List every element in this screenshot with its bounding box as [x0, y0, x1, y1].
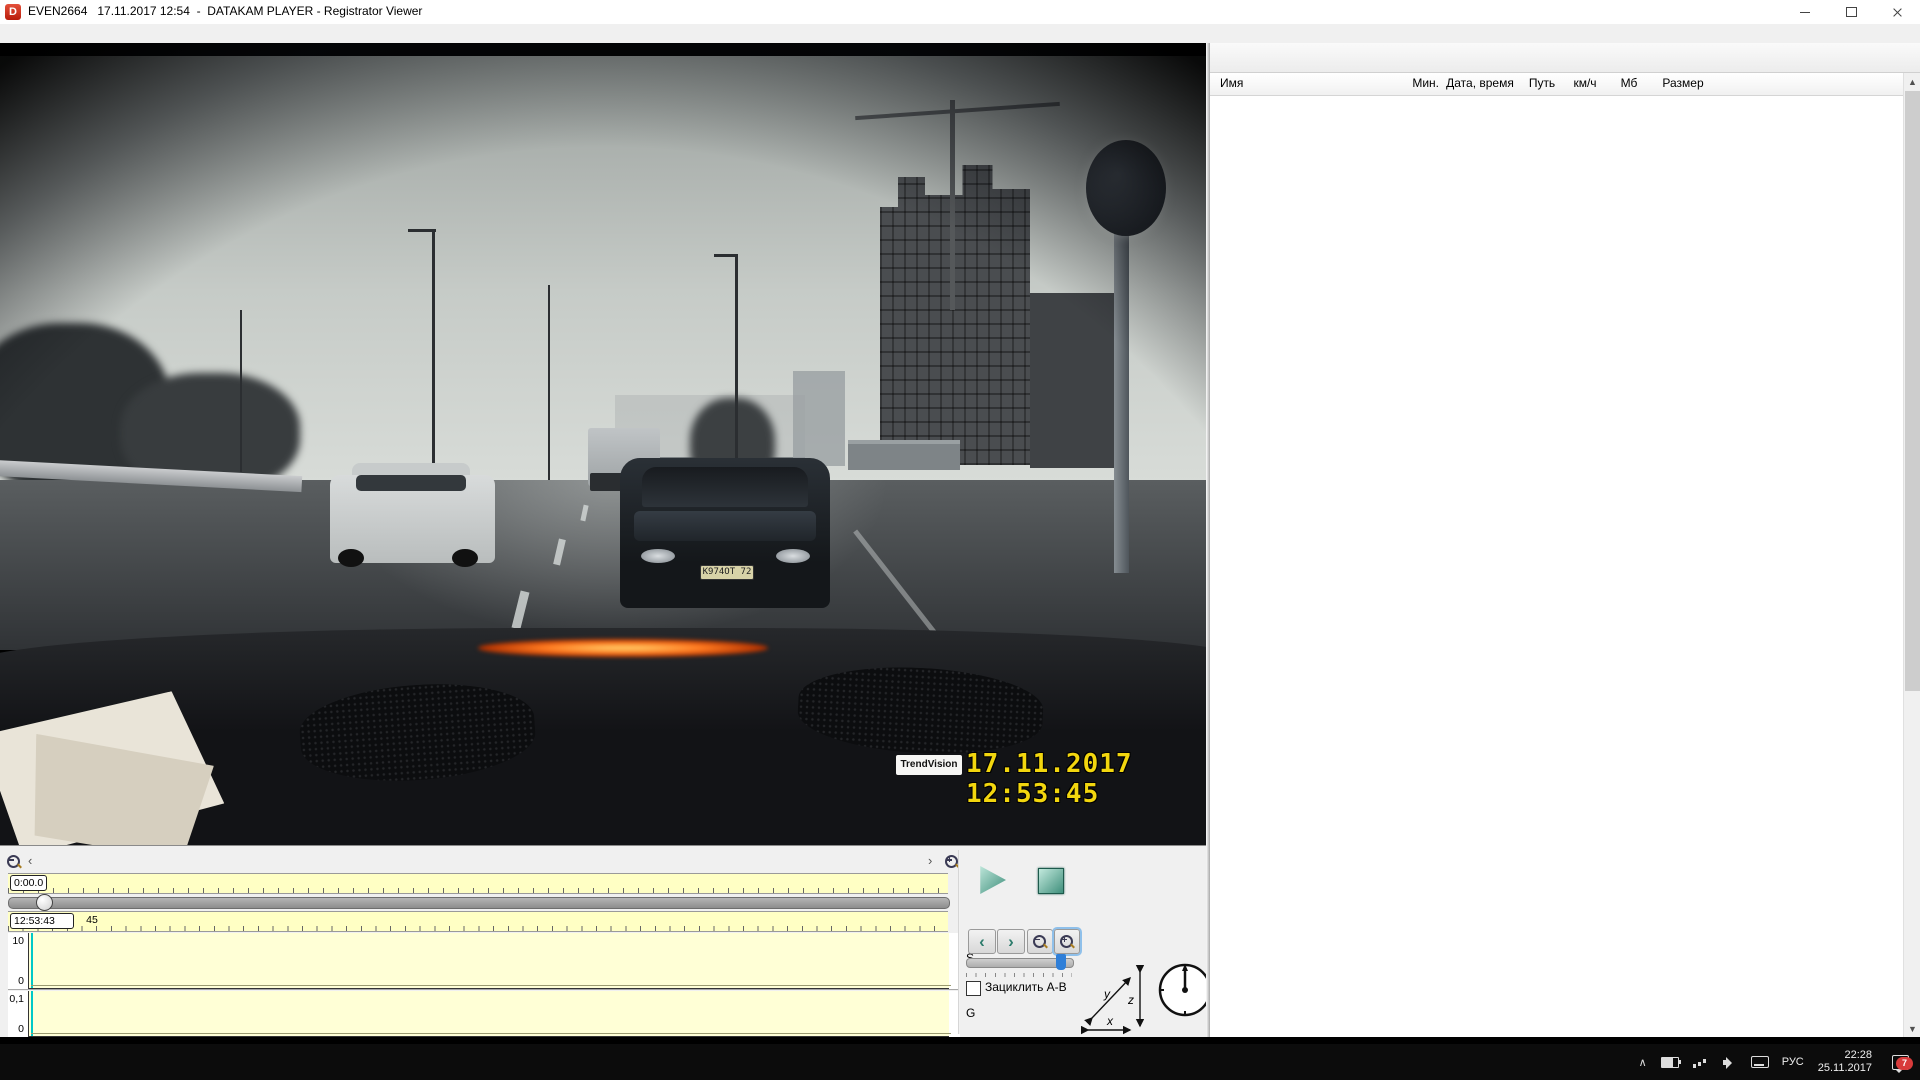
y-max-label: 10	[8, 935, 24, 947]
video-viewport[interactable]: К974ОТ 72 TrendVision 17.11.2017 12:53:4…	[0, 43, 1206, 845]
title-bar[interactable]: D EVEN2664 17.11.2017 12:54 - DATAKAM PL…	[0, 0, 1920, 25]
z-axis-label: z	[1127, 993, 1134, 1007]
timeline-absolute-scale[interactable]: 12:53:43 45	[8, 911, 948, 932]
file-list-toolbar	[1210, 43, 1920, 73]
close-button[interactable]	[1874, 0, 1920, 24]
action-center-button[interactable]: 7	[1887, 1055, 1913, 1070]
col-kmh[interactable]: км/ч	[1564, 76, 1606, 90]
close-icon	[1892, 7, 1903, 18]
playhead-cursor	[31, 991, 33, 1036]
col-path[interactable]: Путь	[1522, 76, 1562, 90]
stop-button[interactable]	[1038, 868, 1064, 894]
zoom-out-icon	[1032, 934, 1048, 950]
y-min-label: 0	[8, 1023, 24, 1035]
gsensor-graph[interactable]: 0,1 0	[8, 991, 960, 1038]
tray-expand-icon[interactable]: ∧	[1639, 1056, 1647, 1069]
timeline-scroll-right-icon[interactable]: ›	[928, 854, 932, 868]
keyboard-icon[interactable]	[1751, 1056, 1769, 1068]
notification-badge: 7	[1896, 1057, 1913, 1070]
speed-plot-area	[28, 933, 949, 989]
minimize-button[interactable]	[1782, 0, 1828, 24]
table-header[interactable]: Имя Мин. Дата, время Путь км/ч Мб Размер	[1210, 73, 1903, 96]
speed-graph[interactable]: 10 0	[8, 933, 960, 990]
volume-icon[interactable]	[1723, 1057, 1737, 1068]
windshield-vignette	[0, 43, 1206, 845]
minimize-icon	[1800, 12, 1810, 13]
network-icon[interactable]	[1693, 1057, 1709, 1068]
file-table: Имя Мин. Дата, время Путь км/ч Мб Размер	[1210, 73, 1903, 1037]
maximize-icon	[1846, 7, 1857, 17]
scroll-up-icon[interactable]: ▲	[1904, 73, 1920, 90]
tray-date: 25.11.2017	[1818, 1062, 1872, 1075]
zoom-in-button[interactable]	[1054, 929, 1080, 954]
zoom-out-button[interactable]	[1027, 929, 1053, 954]
gsensor-plot-area	[28, 991, 949, 1037]
brand-overlay: TrendVision	[896, 755, 962, 775]
menu-bar	[0, 24, 1920, 43]
playhead-cursor	[31, 933, 33, 988]
y-max-label: 0,1	[8, 993, 24, 1005]
app-logo-icon: D	[5, 4, 21, 20]
next-file-button[interactable]: ›	[997, 929, 1025, 954]
col-mb[interactable]: Мб	[1608, 76, 1650, 90]
file-rows	[1210, 95, 1903, 1037]
timeline-slider[interactable]	[8, 894, 948, 910]
datakam-player-window: D EVEN2664 17.11.2017 12:54 - DATAKAM PL…	[0, 0, 1920, 1080]
x-axis-label: x	[1106, 1014, 1114, 1028]
loop-ab-label: Зациклить А-В	[985, 980, 1067, 994]
slider-thumb[interactable]	[36, 894, 53, 911]
divider	[958, 850, 960, 1034]
y-min-label: 0	[8, 975, 24, 987]
prev-file-button[interactable]: ‹	[968, 929, 996, 954]
tick-marks	[8, 888, 948, 893]
black-strip	[0, 1037, 1920, 1044]
gsensor-axis-label: G	[966, 1006, 975, 1020]
tray-time: 22:28	[1818, 1049, 1872, 1062]
scrollbar[interactable]: ▲ ▼	[1903, 73, 1920, 1037]
gsensor-trace	[31, 1033, 951, 1034]
tick-marks	[8, 926, 948, 931]
play-button[interactable]	[978, 866, 1006, 894]
loop-ab-checkbox[interactable]	[966, 981, 981, 996]
gsensor-axes-diagram: y z x	[1080, 962, 1154, 1041]
slider-track[interactable]	[8, 897, 950, 909]
volume-slider-thumb[interactable]	[1056, 954, 1066, 970]
timeline-relative-scale[interactable]: 0:00.0	[8, 873, 948, 894]
zoom-in-icon	[1059, 934, 1075, 950]
language-indicator[interactable]: РУС	[1782, 1056, 1804, 1068]
taskbar: ∧ РУС 22:28 25.11.2017 7	[0, 1044, 1920, 1080]
scroll-down-icon[interactable]: ▼	[1904, 1020, 1920, 1037]
col-name[interactable]: Имя	[1220, 76, 1243, 90]
speed-trace	[31, 985, 951, 986]
tray-clock[interactable]: 22:28 25.11.2017	[1818, 1049, 1872, 1075]
video-timestamp-overlay: 17.11.2017 12:53:45	[966, 749, 1206, 809]
scrollbar-thumb[interactable]	[1905, 91, 1920, 691]
current-position-label: 0:00.0	[10, 875, 47, 891]
col-size[interactable]: Размер	[1652, 76, 1714, 90]
y-axis-label: y	[1103, 987, 1111, 1001]
maximize-button[interactable]	[1828, 0, 1874, 24]
window-title: EVEN2664 17.11.2017 12:54 - DATAKAM PLAY…	[28, 4, 422, 18]
file-list-panel: Имя Мин. Дата, время Путь км/ч Мб Размер…	[1210, 43, 1920, 1037]
volume-slider-ticks	[966, 973, 1072, 977]
bottom-control-area: ‹ › 0:00.0 12:53:43 45 10 0 S 0,1 0	[0, 845, 1206, 1038]
col-datetime[interactable]: Дата, время	[1430, 76, 1530, 90]
timeline-scroll-left-icon[interactable]: ‹	[28, 854, 32, 868]
system-tray: ∧ РУС 22:28 25.11.2017 7	[1632, 1044, 1920, 1080]
battery-icon[interactable]	[1661, 1057, 1679, 1068]
current-time-label: 12:53:43	[10, 913, 74, 929]
